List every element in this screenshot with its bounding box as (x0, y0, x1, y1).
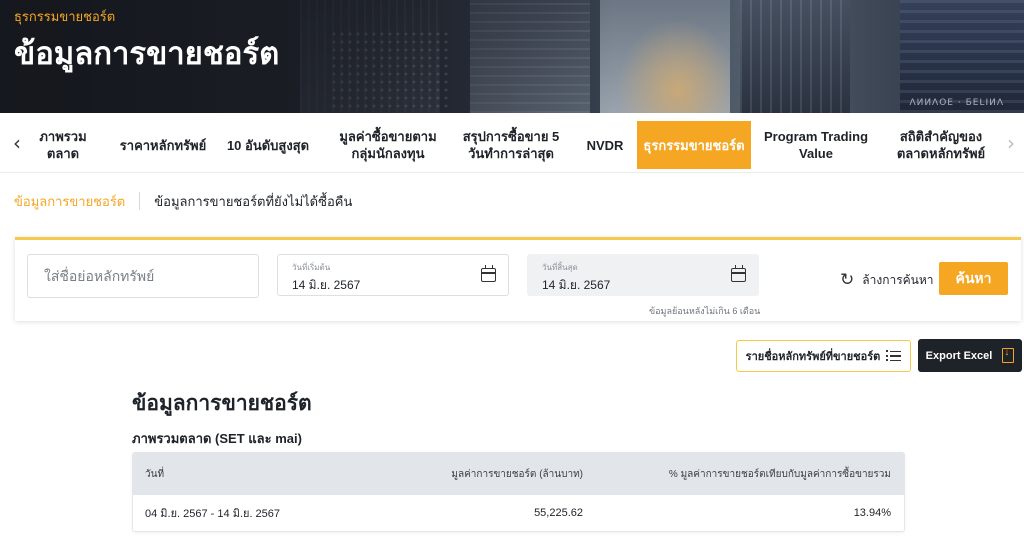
tab-label: สรุปการซื้อขาย 5 วันทำการล่าสุด (462, 129, 560, 161)
tab-label: ราคาหลักทรัพย์ (119, 137, 207, 153)
sub-navigation: ข้อมูลการขายชอร์ต ข้อมูลการขายชอร์ตที่ยั… (14, 190, 352, 212)
subnav-outstanding-short[interactable]: ข้อมูลการขายชอร์ตที่ยังไม่ได้ซื้อคืน (154, 191, 352, 212)
date-range-note: ข้อมูลย้อนหลังไม่เกิน 6 เดือน (649, 306, 761, 316)
hero-banner: ธุรกรรมขายชอร์ต ข้อมูลการขายชอร์ต ΛИИΛОЕ… (0, 0, 1024, 113)
header-date: วันที่ (145, 468, 165, 480)
clear-search-button[interactable]: ↻ ล้างการค้นหา (840, 270, 934, 290)
table-header: วันที่ มูลค่าการขายชอร์ต (ล้านบาท) % มูล… (133, 453, 904, 495)
tab-market-overview[interactable]: ภาพรวม ตลาด (22, 121, 104, 169)
hero-breadcrumb[interactable]: ธุรกรรมขายชอร์ต (14, 6, 115, 27)
tab-investor-type[interactable]: มูลค่าซื้อขายตาม กลุ่มนักลงทุน (330, 121, 446, 169)
section-title: ข้อมูลการขายชอร์ต (132, 392, 312, 415)
export-excel-button[interactable]: Export Excel (918, 339, 1022, 372)
cell-short-sale-value: 55,225.62 (534, 507, 583, 519)
header-short-sale-value: มูลค่าการขายชอร์ต (ล้านบาท) (451, 468, 583, 480)
end-date-value: 14 มิ.ย. 2567 (542, 278, 611, 292)
symbol-input[interactable]: ใส่ชื่อย่อหลักทรัพย์ (27, 254, 259, 298)
tab-label: Program Trading Value (763, 129, 869, 161)
end-date-label: วันที่สิ้นสุด (542, 263, 578, 272)
tab-label: มูลค่าซื้อขายตาม กลุ่มนักลงทุน (339, 129, 437, 161)
short-sale-table: วันที่ มูลค่าการขายชอร์ต (ล้านบาท) % มูล… (132, 452, 905, 532)
section-subtitle: ภาพรวมตลาด (SET และ mai) (132, 431, 302, 446)
cell-short-sale-percent: 13.94% (853, 507, 891, 519)
hero-caption: ΛИИΛОЕ · БΕLІИΛ (909, 98, 1004, 108)
page-title: ข้อมูลการขายชอร์ต (14, 36, 280, 71)
table-row: 04 มิ.ย. 2567 - 14 มิ.ย. 2567 55,225.62 … (133, 495, 904, 531)
chevron-right-icon[interactable]: › (1000, 113, 1022, 173)
end-date-field[interactable]: วันที่สิ้นสุด 14 มิ.ย. 2567 (527, 254, 759, 296)
refresh-icon: ↻ (840, 270, 855, 289)
calendar-icon[interactable] (731, 265, 746, 282)
tab-label: ธุรกรรมขายชอร์ต (643, 137, 745, 153)
tab-stock-prices[interactable]: ราคาหลักทรัพย์ (112, 121, 214, 169)
export-excel-label: Export Excel (925, 349, 993, 362)
tab-label: ภาพรวม ตลาด (39, 129, 87, 161)
tab-top-10[interactable]: 10 อันดับสูงสุด (222, 121, 314, 169)
start-date-label: วันที่เริ่มต้น (292, 263, 331, 272)
clear-search-label: ล้างการค้นหา (862, 272, 934, 287)
tab-label: สถิติสำคัญของ ตลาดหลักทรัพย์ (896, 129, 986, 161)
list-icon (886, 350, 902, 362)
search-filter-panel: ใส่ชื่อย่อหลักทรัพย์ วันที่เริ่มต้น 14 ม… (15, 237, 1021, 321)
tab-key-statistics[interactable]: สถิติสำคัญของ ตลาดหลักทรัพย์ (886, 121, 996, 169)
short-sale-list-label: รายชื่อหลักทรัพย์ที่ขายชอร์ต (745, 351, 881, 363)
tab-label: NVDR (586, 137, 624, 153)
start-date-value: 14 มิ.ย. 2567 (292, 278, 361, 292)
subnav-short-sale-data[interactable]: ข้อมูลการขายชอร์ต (14, 191, 125, 212)
download-file-icon (1002, 347, 1015, 363)
tab-program-trading[interactable]: Program Trading Value (760, 121, 872, 169)
tab-short-sale[interactable]: ธุรกรรมขายชอร์ต (637, 121, 751, 169)
subnav-divider (139, 192, 141, 210)
start-date-field[interactable]: วันที่เริ่มต้น 14 มิ.ย. 2567 (277, 254, 509, 296)
short-sale-list-button[interactable]: รายชื่อหลักทรัพย์ที่ขายชอร์ต (736, 340, 911, 372)
tab-5-day-summary[interactable]: สรุปการซื้อขาย 5 วันทำการล่าสุด (458, 121, 564, 169)
tab-nvdr[interactable]: NVDR (578, 121, 632, 169)
cell-date: 04 มิ.ย. 2567 - 14 มิ.ย. 2567 (145, 508, 281, 520)
search-button[interactable]: ค้นหา (939, 262, 1008, 295)
header-short-sale-percent: % มูลค่าการขายชอร์ตเทียบกับมูลค่าการซื้อ… (668, 468, 891, 480)
tab-bar: ‹ ภาพรวม ตลาด ราคาหลักทรัพย์ 10 อันดับสู… (0, 113, 1024, 173)
calendar-icon[interactable] (481, 265, 496, 282)
tab-label: 10 อันดับสูงสุด (226, 137, 310, 153)
